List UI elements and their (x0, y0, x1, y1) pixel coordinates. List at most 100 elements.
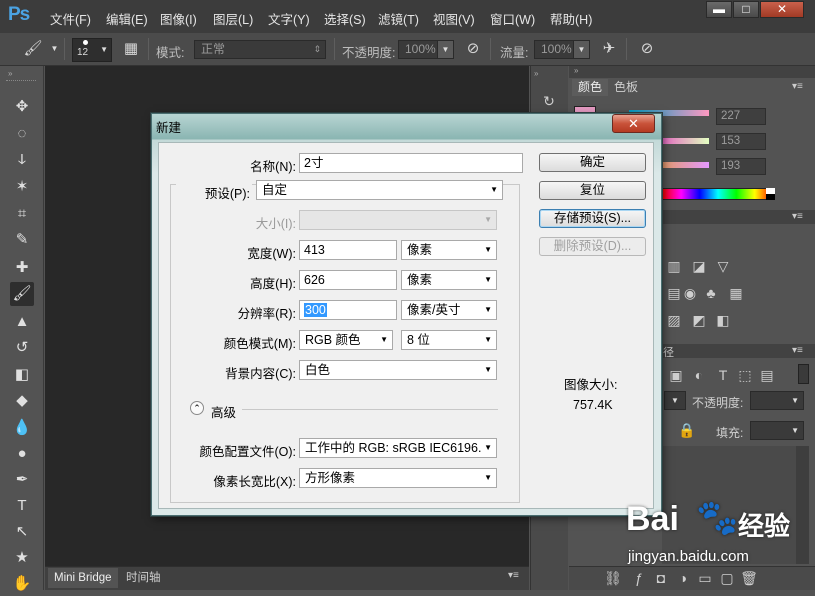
resolution-unit-select[interactable]: 像素/英寸 ▼ (401, 300, 497, 320)
dodge-tool-icon[interactable]: ● (10, 442, 34, 466)
healing-tool-icon[interactable]: ✚ (10, 256, 34, 280)
window-close-button[interactable]: ✕ (760, 1, 804, 18)
maximize-button[interactable]: □ (733, 1, 759, 18)
opacity-dropdown[interactable]: ▼ (437, 40, 454, 59)
menu-layer[interactable]: 图层(L) (213, 9, 253, 28)
link-layers-icon[interactable]: ⛓ (604, 569, 622, 587)
blend-mode-dropdown[interactable]: ▼ (664, 391, 686, 410)
lasso-tool-icon[interactable]: ↆ (10, 148, 34, 172)
brush-size-picker[interactable]: 12 ▼ (72, 38, 112, 62)
panel-menu-icon[interactable]: ▾≡ (508, 570, 519, 581)
filter-toggle[interactable] (798, 364, 809, 384)
menu-help[interactable]: 帮助(H) (550, 9, 592, 28)
menu-select[interactable]: 选择(S) (324, 9, 366, 28)
brush-panel-toggle-icon[interactable]: ▦ (120, 38, 142, 60)
menu-window[interactable]: 窗口(W) (490, 9, 535, 28)
group-folder-icon[interactable]: ▭ (696, 569, 714, 587)
filter-smart-icon[interactable]: ▤ (758, 366, 776, 384)
invert-icon[interactable]: ▨ (665, 311, 683, 329)
width-input[interactable]: 413 (299, 240, 397, 260)
blue-value[interactable]: 193 (716, 158, 766, 175)
pressure-opacity-icon[interactable]: ⊘ (462, 38, 484, 60)
tab-timeline[interactable]: 时间轴 (120, 568, 167, 588)
filter-type-icon[interactable]: T (714, 366, 732, 384)
ok-button[interactable]: 确定 (539, 153, 646, 172)
adjustment-layer-icon[interactable]: ◑ (674, 569, 692, 587)
airbrush-icon[interactable]: ✈ (598, 38, 620, 60)
color-lookup-icon[interactable]: ▦ (727, 284, 745, 302)
color-profile-select[interactable]: 工作中的 RGB: sRGB IEC6196... ▼ (299, 438, 497, 458)
color-mode-select[interactable]: RGB 颜色 ▼ (299, 330, 393, 350)
filter-pixel-icon[interactable]: ▣ (667, 366, 685, 384)
layers-tab-fragment[interactable]: 径 (663, 344, 674, 360)
advanced-toggle-icon[interactable]: ⌃ (190, 401, 204, 415)
menu-edit[interactable]: 编辑(E) (106, 9, 148, 28)
menu-file[interactable]: 文件(F) (50, 9, 91, 28)
history-brush-tool-icon[interactable]: ↺ (10, 336, 34, 360)
flow-input[interactable]: 100% (534, 40, 574, 59)
panel-menu-icon[interactable]: ▾≡ (792, 345, 803, 356)
paint-bucket-tool-icon[interactable]: ◆ (10, 389, 34, 413)
panel-menu-icon[interactable]: ▾≡ (792, 81, 803, 92)
pixel-aspect-select[interactable]: 方形像素 ▼ (299, 468, 497, 488)
grip-handle[interactable] (6, 80, 36, 82)
move-tool-icon[interactable]: ✥ (10, 95, 34, 119)
collapse-panel-icon[interactable]: » (534, 69, 538, 78)
threshold-icon[interactable]: ◧ (714, 311, 732, 329)
path-select-tool-icon[interactable]: ↖ (10, 520, 34, 544)
dialog-close-button[interactable]: ✕ (612, 114, 655, 133)
marquee-tool-icon[interactable]: ◌ (10, 122, 34, 146)
collapse-panel-icon[interactable]: » (8, 69, 12, 78)
width-unit-select[interactable]: 像素 ▼ (401, 240, 497, 260)
color-spectrum-bar[interactable] (662, 188, 774, 200)
history-icon[interactable]: ↻ (540, 92, 558, 110)
preset-select[interactable]: 自定 ▼ (256, 180, 503, 200)
green-value[interactable]: 153 (716, 133, 766, 150)
brush-tool-icon[interactable]: 🖌 (10, 282, 34, 306)
mode-select[interactable]: 正常 ⇕ (194, 40, 326, 59)
filter-adjustment-icon[interactable]: ◐ (690, 366, 708, 384)
fx-icon[interactable]: ƒ (630, 569, 648, 587)
pressure-size-icon[interactable]: ⊘ (636, 38, 658, 60)
tab-swatches[interactable]: 色板 (608, 79, 644, 96)
stamp-tool-icon[interactable]: ▲ (10, 310, 34, 334)
trash-icon[interactable]: 🗑 (740, 569, 758, 587)
eyedropper-tool-icon[interactable]: ✎ (10, 228, 34, 252)
channel-mixer-icon[interactable]: ♣ (702, 284, 720, 302)
collapse-panel-icon[interactable]: » (574, 66, 578, 75)
save-preset-button[interactable]: 存储预设(S)... (539, 209, 646, 228)
menu-image[interactable]: 图像(I) (160, 9, 197, 28)
reset-button[interactable]: 复位 (539, 181, 646, 200)
curves-icon[interactable]: ◪ (690, 257, 708, 275)
lock-icon[interactable]: 🔒 (678, 421, 696, 439)
tab-color[interactable]: 颜色 (572, 79, 609, 96)
blur-tool-icon[interactable]: 💧 (10, 416, 34, 440)
hand-tool-icon[interactable]: ✋ (10, 572, 34, 596)
minimize-button[interactable]: ▬ (706, 1, 732, 18)
brush-preset-icon[interactable]: 🖌 (22, 38, 44, 60)
layer-opacity-input[interactable]: ▼ (750, 391, 804, 410)
red-value[interactable]: 227 (716, 108, 766, 125)
crop-tool-icon[interactable]: ⌗ (10, 202, 34, 226)
height-unit-select[interactable]: 像素 ▼ (401, 270, 497, 290)
flow-dropdown[interactable]: ▼ (573, 40, 590, 59)
mask-icon[interactable]: ◘ (652, 569, 670, 587)
posterize-icon[interactable]: ◩ (690, 311, 708, 329)
black-swatch[interactable] (766, 194, 775, 200)
bit-depth-select[interactable]: 8 位 ▼ (401, 330, 497, 350)
filter-shape-icon[interactable]: ⬚ (736, 366, 754, 384)
chevron-down-icon[interactable]: ▼ (46, 40, 63, 59)
magic-wand-tool-icon[interactable]: ✶ (10, 175, 34, 199)
fill-input[interactable]: ▼ (750, 421, 804, 440)
background-select[interactable]: 白色 ▼ (299, 360, 497, 380)
menu-filter[interactable]: 滤镜(T) (378, 9, 419, 28)
advanced-label[interactable]: 高级 (211, 402, 236, 421)
resolution-input[interactable]: 300 (299, 300, 397, 320)
levels-icon[interactable]: ▥ (665, 257, 683, 275)
name-input[interactable]: 2寸 (299, 153, 523, 173)
opacity-input[interactable]: 100% (398, 40, 438, 59)
photo-filter-icon[interactable]: ◉ (681, 284, 699, 302)
tab-mini-bridge[interactable]: Mini Bridge (48, 568, 118, 588)
gradient-map-icon[interactable]: ▽ (714, 257, 732, 275)
height-input[interactable]: 626 (299, 270, 397, 290)
